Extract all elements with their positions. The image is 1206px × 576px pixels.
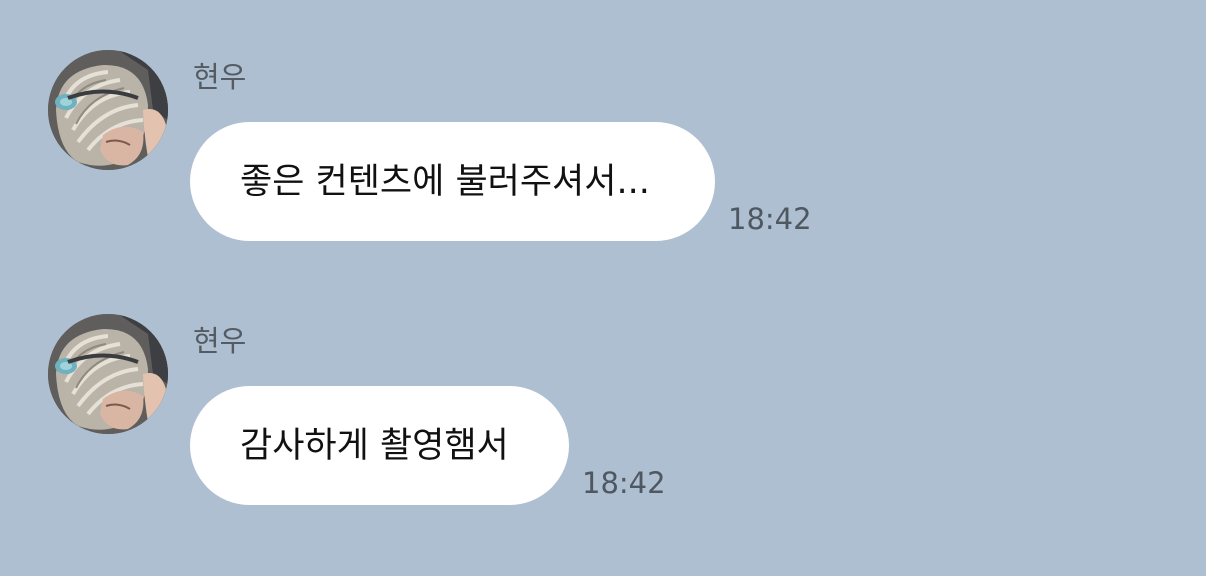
sender-name: 현우 [193, 60, 247, 94]
sender-name: 현우 [193, 324, 247, 358]
message-bubble[interactable]: 좋은 컨텐츠에 불러주셔서... [190, 122, 715, 241]
profile-photo-avatar-icon [48, 50, 168, 170]
chat-message-list[interactable]: 현우 좋은 컨텐츠에 불러주셔서... 18:42 현우 감사하게 촬영햄서 1… [0, 0, 1206, 576]
message-timestamp: 18:42 [728, 202, 812, 236]
message-text: 좋은 컨텐츠에 불러주셔서... [240, 161, 650, 202]
profile-photo-avatar-icon [48, 314, 168, 434]
message-text: 감사하게 촬영햄서 [240, 425, 509, 466]
message-timestamp: 18:42 [582, 466, 666, 500]
message-bubble[interactable]: 감사하게 촬영햄서 [190, 386, 569, 505]
sender-avatar[interactable] [48, 50, 168, 170]
sender-avatar[interactable] [48, 314, 168, 434]
